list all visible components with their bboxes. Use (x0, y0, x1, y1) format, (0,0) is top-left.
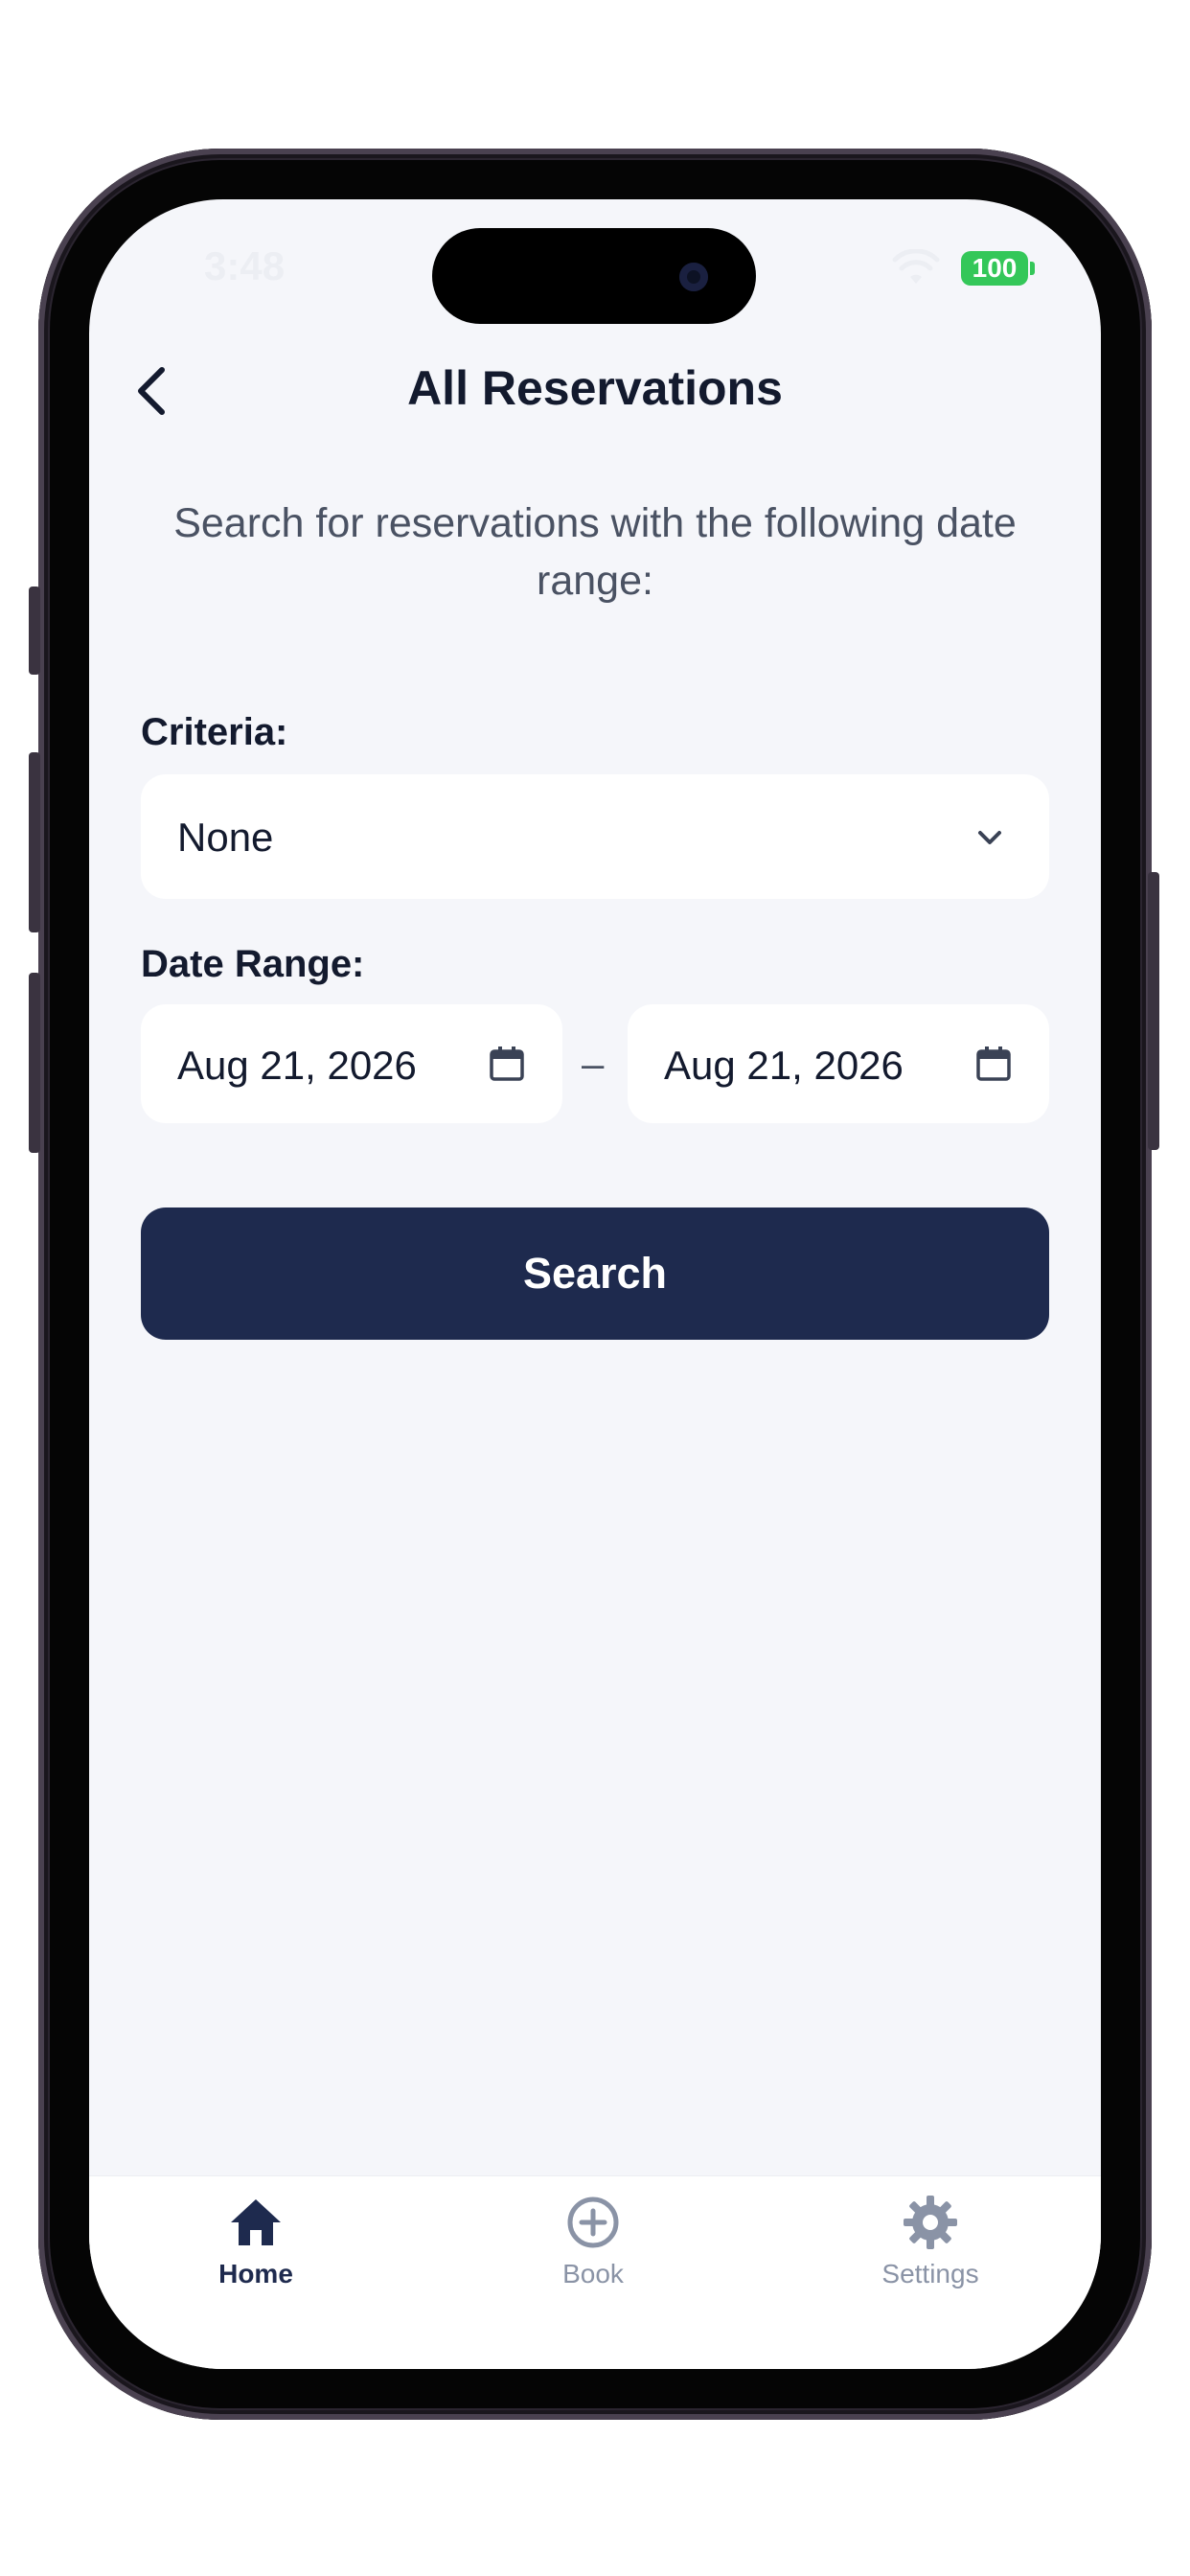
plus-circle-icon (567, 2196, 619, 2248)
wifi-icon (892, 249, 940, 284)
tab-settings[interactable]: Settings (835, 2196, 1026, 2320)
intro-text: Search for reservations with the followi… (173, 500, 1017, 604)
criteria-selected-value: None (177, 815, 274, 860)
calendar-icon (490, 1046, 524, 1081)
mute-switch (29, 586, 40, 675)
date-range-separator: – (582, 1041, 605, 1086)
gear-icon (904, 2196, 957, 2249)
tab-home-label: Home (218, 2259, 293, 2288)
front-camera (679, 263, 708, 291)
screen: 3:48 100 All Reservations Search for res… (89, 199, 1101, 2369)
end-date-field[interactable]: Aug 21, 2026 (628, 1004, 1049, 1123)
home-icon (231, 2199, 281, 2245)
date-range-label: Date Range: (141, 943, 365, 985)
chevron-down-icon (978, 831, 1001, 844)
search-button[interactable]: Search (141, 1208, 1049, 1340)
battery-indicator: 100 (961, 251, 1028, 286)
end-date-value: Aug 21, 2026 (664, 1043, 904, 1088)
criteria-label: Criteria: (141, 711, 288, 753)
status-time: 3:48 (204, 243, 286, 288)
tab-bar: Home Book Settings (89, 2175, 1101, 2369)
dynamic-island (432, 228, 756, 324)
calendar-icon (976, 1046, 1011, 1081)
battery-tip (1030, 262, 1035, 275)
volume-down-button (29, 973, 40, 1153)
power-button (1148, 872, 1159, 1150)
tab-settings-label: Settings (881, 2259, 979, 2288)
page-title: All Reservations (407, 361, 783, 415)
volume-up-button (29, 752, 40, 932)
start-date-value: Aug 21, 2026 (177, 1043, 417, 1088)
start-date-field[interactable]: Aug 21, 2026 (141, 1004, 562, 1123)
criteria-select[interactable]: None (141, 774, 1049, 899)
tab-book-label: Book (562, 2259, 624, 2288)
tab-book[interactable]: Book (497, 2196, 689, 2320)
tab-home[interactable]: Home (160, 2196, 352, 2320)
